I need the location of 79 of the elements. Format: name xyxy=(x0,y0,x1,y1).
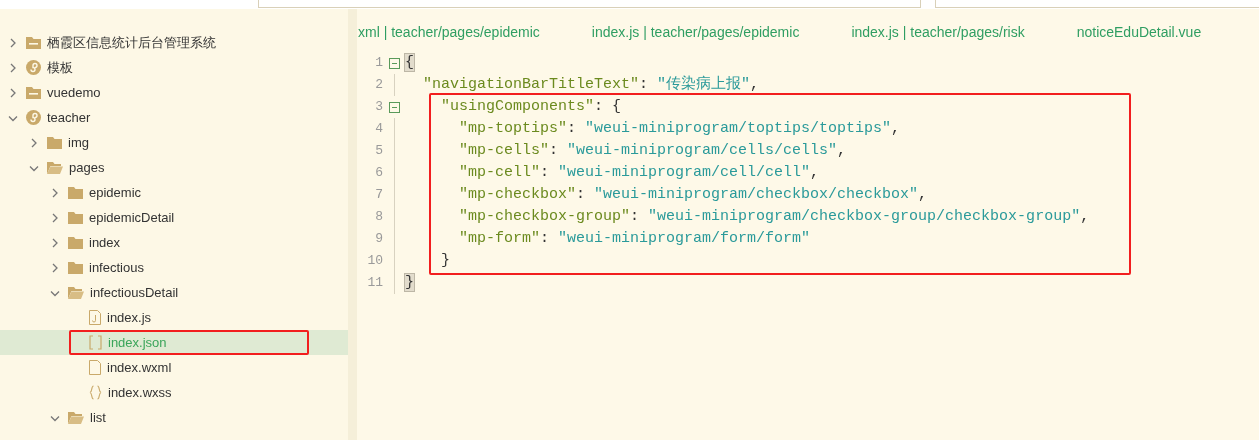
tree-item-label: infectious xyxy=(89,258,144,277)
mini-program-icon xyxy=(26,110,41,125)
line-number: 5 xyxy=(374,142,383,161)
chevron-right-icon[interactable] xyxy=(8,87,18,98)
tree-item-label: vuedemo xyxy=(47,83,101,102)
tree-item[interactable]: epidemicDetail xyxy=(0,205,348,230)
chevron-right-icon[interactable] xyxy=(50,212,60,223)
chevron-right-icon[interactable] xyxy=(8,37,18,48)
tree-item[interactable]: index.wxss xyxy=(0,380,348,405)
folder-icon xyxy=(47,136,62,149)
chevron-right-icon[interactable] xyxy=(50,237,60,248)
braces-icon xyxy=(89,385,102,400)
folder-icon xyxy=(68,211,83,224)
line-number: 10 xyxy=(366,252,383,271)
folder-icon xyxy=(68,236,83,249)
mini-program-icon xyxy=(26,60,41,75)
code-line: "navigationBarTitleText": "传染病上报", xyxy=(422,74,760,95)
tree-item-label: index.json xyxy=(108,333,167,352)
tree-item-label: list xyxy=(90,408,106,427)
js-file-icon xyxy=(89,310,101,325)
line-number: 3 xyxy=(374,98,383,117)
file-icon xyxy=(89,360,101,375)
input-field[interactable] xyxy=(935,0,1259,8)
code-line: "mp-checkbox": "weui-miniprogram/checkbox/checkbox", xyxy=(458,184,928,205)
open-folder-icon xyxy=(68,411,84,424)
tree-item-label: 模板 xyxy=(47,58,73,77)
tree-item-label: img xyxy=(68,133,89,152)
tree-item[interactable]: vuedemo xyxy=(0,80,348,105)
line-number: 2 xyxy=(374,76,383,95)
line-number: 8 xyxy=(374,208,383,227)
tree-item-label: index.js xyxy=(107,308,152,327)
code-line: "mp-cell": "weui-miniprogram/cell/cell", xyxy=(458,162,820,183)
tree-item-label: epidemicDetail xyxy=(89,208,175,227)
tree-item[interactable]: 栖霞区信息统计后台管理系统 xyxy=(0,30,348,55)
tree-item[interactable]: infectious xyxy=(0,255,348,280)
collapse-icon[interactable] xyxy=(388,57,400,69)
tree-item[interactable]: list xyxy=(0,405,348,430)
open-folder-icon xyxy=(47,161,63,174)
tree-item[interactable]: index xyxy=(0,230,348,255)
chevron-right-icon[interactable] xyxy=(50,262,60,273)
tree-item-label: teacher xyxy=(47,108,91,127)
line-number: 1 xyxy=(374,54,383,73)
line-number: 11 xyxy=(366,274,383,293)
tree-item-label: infectiousDetail xyxy=(90,283,179,302)
tree-item[interactable]: 模板 xyxy=(0,55,348,80)
line-number: 4 xyxy=(374,120,383,139)
code-line: "mp-form": "weui-miniprogram/form/form" xyxy=(458,228,811,249)
open-folder-icon xyxy=(68,286,84,299)
code-line: "mp-toptips": "weui-miniprogram/toptips/toptips", xyxy=(458,118,901,139)
tree-item[interactable]: img xyxy=(0,130,348,155)
input-field[interactable] xyxy=(258,0,921,8)
line-number: 6 xyxy=(374,164,383,183)
tree-item[interactable]: pages xyxy=(0,155,348,180)
code-line: } xyxy=(440,250,450,271)
line-number: 9 xyxy=(374,230,383,249)
folder-icon xyxy=(26,36,41,49)
collapse-icon[interactable] xyxy=(388,101,400,113)
tree-item[interactable]: index.wxml xyxy=(0,355,348,380)
tree-item[interactable]: teacher xyxy=(0,105,348,130)
folder-icon xyxy=(26,86,41,99)
chevron-right-icon[interactable] xyxy=(50,187,60,198)
chevron-right-icon[interactable] xyxy=(8,62,18,73)
tree-item-label: pages xyxy=(69,158,105,177)
tree-item-label: index.wxss xyxy=(108,383,172,402)
tree-item-label: index xyxy=(89,233,121,252)
tree-item[interactable]: epidemic xyxy=(0,180,348,205)
tree-item[interactable]: infectiousDetail xyxy=(0,280,348,305)
folder-icon xyxy=(68,186,83,199)
code-line: "mp-cells": "weui-miniprogram/cells/cells", xyxy=(458,140,847,161)
brackets-icon xyxy=(89,335,102,350)
tree-item-label: index.wxml xyxy=(107,358,172,377)
code-line: "mp-checkbox-group": "weui-miniprogram/checkbox-group/checkbox-group", xyxy=(458,206,1090,227)
folder-icon xyxy=(68,261,83,274)
code-line: "usingComponents": { xyxy=(440,96,622,117)
tree-item-label: 栖霞区信息统计后台管理系统 xyxy=(47,33,216,52)
tree-item-label: epidemic xyxy=(89,183,142,202)
line-number: 7 xyxy=(374,186,383,205)
chevron-right-icon[interactable] xyxy=(29,137,39,148)
tree-item[interactable]: index.js xyxy=(0,305,348,330)
